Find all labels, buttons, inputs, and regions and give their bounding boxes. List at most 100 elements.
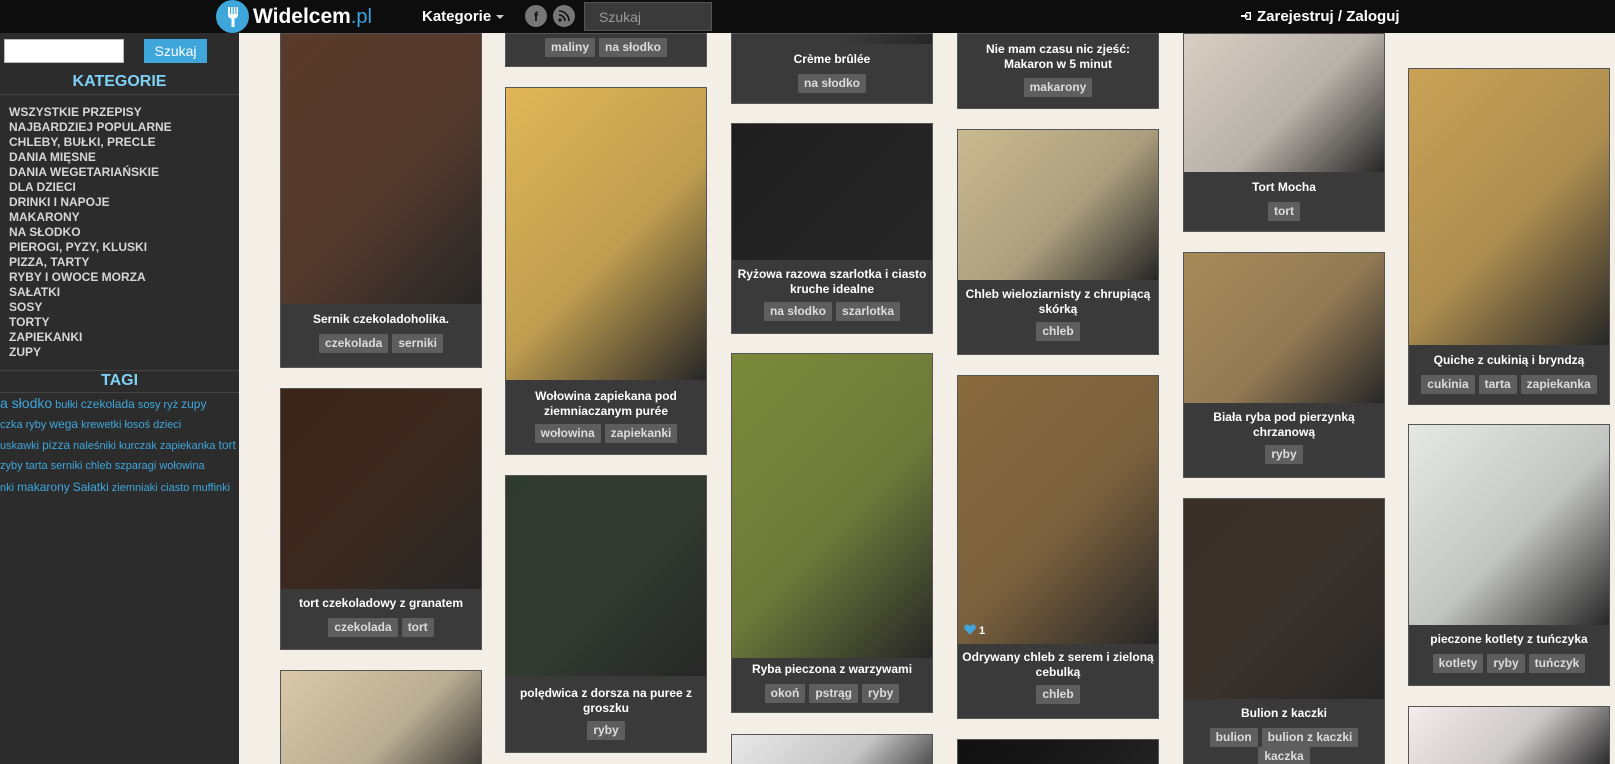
rss-icon[interactable]	[553, 5, 575, 27]
recipe-photo[interactable]	[506, 476, 706, 676]
recipe-card[interactable]: Tort Mocha tort	[1183, 33, 1385, 232]
category-item[interactable]: NAJBARDZIEJ POPULARNE	[9, 120, 172, 135]
recipe-photo[interactable]	[1409, 69, 1609, 345]
recipe-card[interactable]: Quiche z cukinią i bryndzą cukinia tarta za…	[1408, 68, 1610, 405]
tag-link[interactable]: ziemniaki	[112, 482, 158, 494]
tag-link[interactable]: ryż	[163, 399, 178, 411]
tag-link[interactable]: naleśniki	[73, 440, 116, 452]
tag-link[interactable]: zupy	[181, 397, 206, 411]
tag-button[interactable]: tort	[1268, 202, 1300, 221]
tag-link[interactable]: chleb	[85, 460, 111, 472]
site-logo[interactable]: Widelcem.pl	[216, 0, 372, 33]
recipe-title[interactable]: Odrywany chleb z serem i zieloną cebulką	[962, 650, 1154, 680]
tag-button[interactable]: szarlotka	[835, 302, 901, 321]
tag-link[interactable]: a słodko	[0, 395, 52, 411]
category-item[interactable]: PIZZA, TARTY	[9, 255, 172, 270]
recipe-title[interactable]: Nie mam czasu nic zjeść: Makaron w 5 min…	[962, 42, 1154, 72]
recipe-card[interactable]: Ryżowa razowa szarlotka i ciasto kruche …	[731, 123, 933, 334]
tag-link[interactable]: wega	[49, 417, 78, 431]
recipe-card[interactable]	[280, 670, 482, 764]
tag-link[interactable]: pizza	[42, 438, 70, 452]
tag-link[interactable]: dzieci	[153, 419, 181, 431]
recipe-photo[interactable]	[1184, 253, 1384, 403]
recipe-photo[interactable]	[1184, 34, 1384, 172]
category-item[interactable]: TORTY	[9, 315, 172, 330]
recipe-card[interactable]: pieczone kotlety z tuńczyka kotlety ryby tu…	[1408, 424, 1610, 686]
recipe-card[interactable]: Odrywany chleb z serem i zieloną cebulką…	[957, 375, 1159, 719]
category-item[interactable]: ZAPIEKANKI	[9, 330, 172, 345]
recipe-title[interactable]: tort czekoladowy z granatem	[285, 596, 477, 611]
tag-button[interactable]: zapiekanki	[604, 424, 678, 443]
tag-link[interactable]: krewetki	[81, 419, 121, 431]
tag-link[interactable]: nki	[0, 482, 14, 494]
recipe-card[interactable]: Biała ryba pod pierzynką chrzanową ryby	[1183, 252, 1385, 478]
recipe-title[interactable]: Chleb wieloziarnisty z chrupiącą skórką	[962, 287, 1154, 317]
recipe-photo[interactable]	[958, 130, 1158, 280]
recipe-title[interactable]: Tort Mocha	[1188, 180, 1380, 195]
tag-link[interactable]: Sałatki	[73, 480, 109, 494]
tag-button[interactable]: ryby	[862, 684, 900, 703]
tag-button[interactable]: tort	[401, 618, 434, 637]
tag-link[interactable]: bułki	[55, 399, 78, 411]
recipe-title[interactable]: Quiche z cukinią i bryndzą	[1413, 353, 1605, 368]
category-item[interactable]: ZUPY	[9, 345, 172, 360]
recipe-card[interactable]: Wołowina zapiekana pod ziemniaczanym pur…	[505, 87, 707, 455]
top-search-input[interactable]	[584, 2, 712, 31]
recipe-photo[interactable]	[281, 671, 481, 764]
recipe-title[interactable]: Biała ryba pod pierzynką chrzanową	[1188, 410, 1380, 440]
recipe-photo[interactable]	[732, 34, 932, 44]
tag-link[interactable]: zyby	[0, 460, 23, 472]
tag-link[interactable]: muffinki	[192, 482, 230, 494]
recipe-title[interactable]: polędwica z dorsza na puree z groszku	[510, 686, 702, 716]
tag-button[interactable]: na słodko	[797, 74, 866, 93]
category-item[interactable]: DRINKI I NAPOJE	[9, 195, 172, 210]
recipe-card[interactable]: Crème brûlée na słodko	[731, 33, 933, 104]
tag-button[interactable]: czekolada	[318, 334, 389, 353]
recipe-title[interactable]: Sernik czekoladoholika.	[285, 312, 477, 327]
category-item[interactable]: SAŁATKI	[9, 285, 172, 300]
tag-link[interactable]: czka	[0, 419, 23, 431]
facebook-icon[interactable]: f	[525, 5, 547, 27]
tag-button[interactable]: bulion z kaczki	[1261, 728, 1359, 747]
recipe-title[interactable]: Ryżowa razowa szarlotka i ciasto kruche …	[736, 267, 928, 297]
tag-button[interactable]: pstrąg	[809, 684, 858, 703]
tag-button[interactable]: okoń	[764, 684, 806, 703]
recipe-photo[interactable]	[281, 389, 481, 589]
recipe-photo[interactable]	[1184, 499, 1384, 699]
recipe-photo[interactable]	[732, 124, 932, 260]
recipe-card[interactable]	[957, 739, 1159, 764]
tag-link[interactable]: ciasto	[161, 482, 190, 494]
tag-link[interactable]: tarta	[26, 460, 48, 472]
recipe-title[interactable]: Bulion z kaczki	[1188, 706, 1380, 721]
tag-link[interactable]: tort	[219, 438, 236, 452]
recipe-photo[interactable]	[732, 735, 932, 764]
recipe-card[interactable]	[731, 734, 933, 764]
recipe-photo[interactable]	[1409, 425, 1609, 625]
tag-link[interactable]: łosoś	[124, 419, 150, 431]
category-item[interactable]: SOSY	[9, 300, 172, 315]
tag-button[interactable]: zapiekanka	[1520, 375, 1597, 394]
recipe-photo[interactable]	[958, 376, 1158, 644]
recipe-card[interactable]: polędwica z dorsza na puree z groszku ryb…	[505, 475, 707, 753]
tag-button[interactable]: kotlety	[1432, 654, 1484, 673]
tag-link[interactable]: czekolada	[81, 397, 135, 411]
recipe-card[interactable]: Chleb wieloziarnisty z chrupiącą skórką c…	[957, 129, 1159, 355]
category-item[interactable]: CHLEBY, BUŁKI, PRECLE	[9, 135, 172, 150]
recipe-photo[interactable]	[958, 740, 1158, 764]
tag-link[interactable]: serniki	[51, 460, 83, 472]
tag-button[interactable]: ryby	[587, 721, 625, 740]
tag-link[interactable]: zapiekanka	[160, 440, 216, 452]
tag-button[interactable]: ryby	[1265, 445, 1303, 464]
tag-button[interactable]: serniki	[392, 334, 444, 353]
recipe-photo[interactable]	[281, 34, 481, 304]
tag-button[interactable]: kaczka	[1258, 747, 1310, 764]
tag-link[interactable]: wołowina	[159, 460, 204, 472]
category-item[interactable]: DLA DZIECI	[9, 180, 172, 195]
tag-button[interactable]: makarony	[1023, 78, 1093, 97]
tag-button[interactable]: chleb	[1036, 685, 1080, 704]
tag-button[interactable]: bulion	[1209, 728, 1258, 747]
recipe-card[interactable]: Nie mam czasu nic zjeść: Makaron w 5 min…	[957, 33, 1159, 109]
recipe-title[interactable]: Crème brûlée	[736, 52, 928, 67]
tag-button[interactable]: czekolada	[328, 618, 398, 637]
tag-button[interactable]: ryby	[1487, 654, 1525, 673]
